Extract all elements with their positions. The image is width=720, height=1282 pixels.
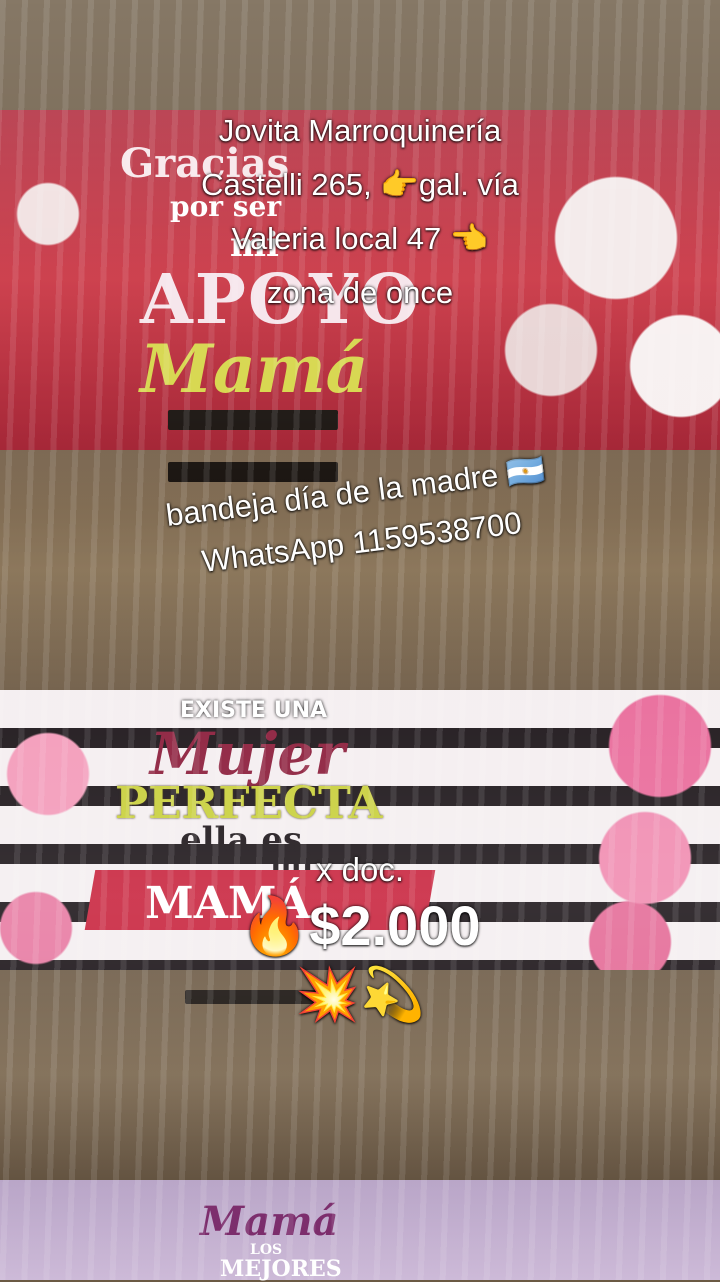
tray-text-mama: Mamá bbox=[140, 330, 369, 408]
price-emojis: 💥💫 bbox=[295, 966, 425, 1024]
address-line-2: Castelli 265, 👉gal. vía bbox=[201, 167, 519, 202]
bottom-tray: Mamá LOS MEJORES bbox=[0, 1180, 720, 1282]
address-caption: Jovita Marroquinería Castelli 265, 👉gal.… bbox=[0, 104, 720, 320]
tray-text-mejores: MEJORES bbox=[220, 1256, 342, 1282]
tray-slot bbox=[168, 410, 338, 430]
tray-text-mama-bottom: Mamá bbox=[200, 1198, 339, 1245]
price-amount: 🔥$2.000 bbox=[239, 894, 481, 957]
price-unit: x doc. bbox=[315, 851, 405, 888]
address-line-4: zona de once bbox=[266, 275, 454, 310]
price-caption: x doc. 🔥$2.000 💥💫 bbox=[0, 848, 720, 1030]
address-line-3: Valeria local 47 👈 bbox=[231, 221, 489, 256]
address-line-1: Jovita Marroquinería bbox=[218, 113, 502, 148]
